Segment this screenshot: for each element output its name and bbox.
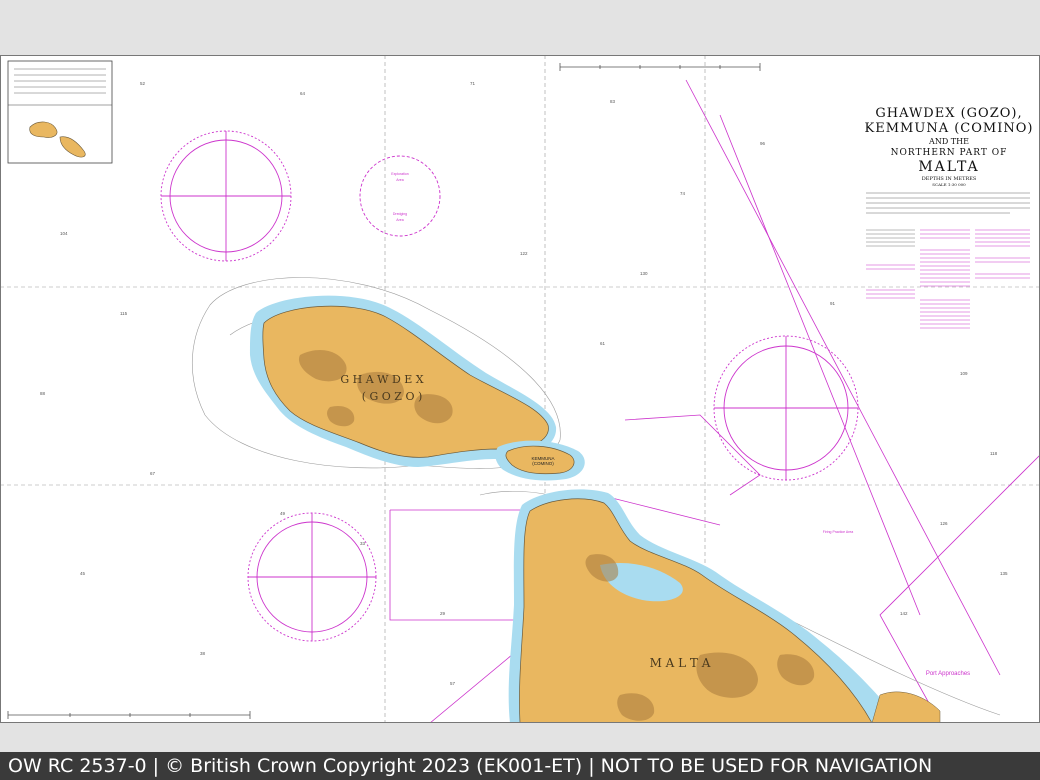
- label-exploration-area: Area: [396, 178, 403, 182]
- nautical-chart[interactable]: GHAWDEX (GOZO), KEMMUNA (COMINO) AND THE…: [0, 55, 1040, 723]
- svg-text:126: 126: [940, 521, 948, 526]
- chart-title-line1: GHAWDEX (GOZO),: [875, 106, 1022, 121]
- svg-text:104: 104: [60, 231, 68, 236]
- svg-text:135: 135: [1000, 571, 1008, 576]
- svg-text:38: 38: [200, 651, 206, 656]
- svg-text:88: 88: [40, 391, 46, 396]
- chart-notes: [866, 229, 1030, 329]
- svg-text:33: 33: [360, 541, 366, 546]
- chart-canvas[interactable]: GHAWDEX (GOZO), KEMMUNA (COMINO) AND THE…: [0, 55, 1040, 723]
- svg-text:130: 130: [640, 271, 648, 276]
- label-malta: M A L T A: [650, 656, 711, 670]
- svg-text:49: 49: [280, 511, 286, 516]
- label-exploration: Exploration: [391, 172, 409, 176]
- circle-area: [359, 155, 441, 237]
- chart-title-line2: KEMMUNA (COMINO): [865, 121, 1034, 136]
- label-dredging-area: Area: [396, 218, 403, 222]
- svg-text:71: 71: [470, 81, 476, 86]
- svg-text:91: 91: [830, 301, 836, 306]
- svg-text:96: 96: [760, 141, 766, 146]
- scale-note: SCALE 1:30 000: [932, 182, 966, 187]
- svg-text:74: 74: [680, 191, 686, 196]
- svg-text:142: 142: [900, 611, 908, 616]
- compass-rose-east: [713, 335, 859, 481]
- island-malta: [519, 498, 873, 723]
- label-port-approaches: Port Approaches: [926, 671, 970, 677]
- chart-title-line5: MALTA: [918, 159, 979, 175]
- label-dredging: Dredging: [393, 212, 407, 216]
- port-area: [871, 691, 941, 723]
- label-firing-area: Firing Practice Area: [823, 530, 854, 534]
- svg-text:83: 83: [610, 99, 616, 104]
- compass-rose-southwest: [247, 512, 377, 642]
- chart-title-line4: NORTHERN PART OF: [891, 148, 1008, 158]
- bottom-scale-bar: [7, 711, 251, 719]
- label-comino-alt: (COMINO): [532, 461, 554, 466]
- svg-text:109: 109: [960, 371, 968, 376]
- copyright-notice: OW RC 2537-0 | © British Crown Copyright…: [8, 755, 933, 777]
- source-diagram-inset: [7, 60, 113, 164]
- label-gozo: G H A W D E X: [340, 373, 423, 386]
- svg-text:118: 118: [990, 451, 998, 456]
- svg-text:29: 29: [440, 611, 446, 616]
- svg-text:122: 122: [520, 251, 528, 256]
- title-block: GHAWDEX (GOZO), KEMMUNA (COMINO) AND THE…: [862, 97, 1036, 225]
- svg-text:64: 64: [300, 91, 306, 96]
- label-gozo-alt: ( G O Z O ): [362, 390, 423, 403]
- svg-text:61: 61: [600, 341, 606, 346]
- top-scale-bar: [559, 63, 761, 71]
- svg-text:45: 45: [80, 571, 86, 576]
- svg-text:52: 52: [140, 81, 146, 86]
- svg-text:67: 67: [150, 471, 156, 476]
- svg-text:115: 115: [120, 311, 128, 316]
- chart-title-line3: AND THE: [928, 137, 969, 146]
- footer-bar: OW RC 2537-0 | © British Crown Copyright…: [0, 752, 1040, 780]
- svg-text:57: 57: [450, 681, 456, 686]
- compass-rose-west: [160, 130, 292, 262]
